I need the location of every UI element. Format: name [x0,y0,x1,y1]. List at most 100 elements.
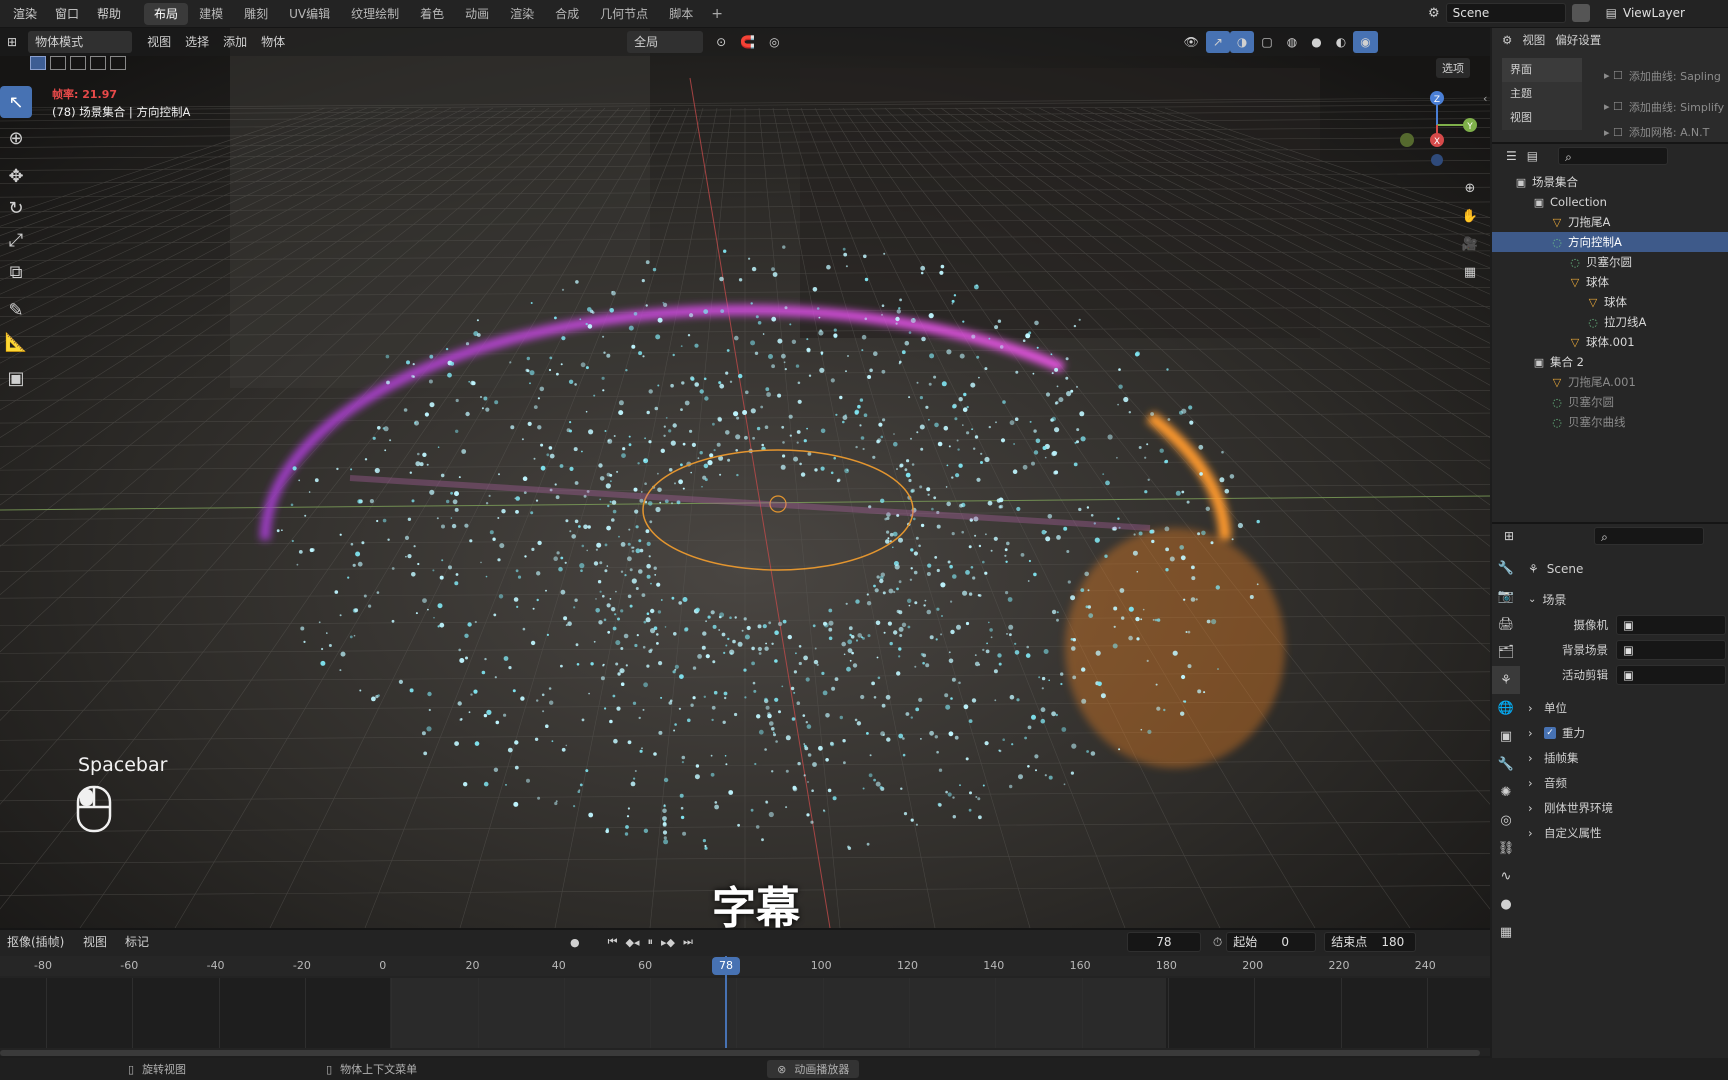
particles-tab-icon[interactable]: ✺ [1492,778,1520,806]
start-frame-field[interactable]: 起始 0 [1226,932,1317,952]
new-scene-icon[interactable] [1571,4,1590,22]
menu-window[interactable]: 窗口 [46,5,88,22]
sidebar-toggle-icon[interactable]: ‹ [1483,92,1487,105]
menu-render[interactable]: 渲染 [4,5,46,22]
prefs-section-interface[interactable]: 界面 [1502,58,1582,82]
outliner-row[interactable]: ▽ 刀拖尾A.001 [1492,372,1728,392]
solid-shading-icon[interactable]: ● [1304,31,1328,53]
end-frame-field[interactable]: 结束点 180 [1324,932,1417,952]
physics-tab-icon[interactable]: ◎ [1492,806,1520,834]
scene-panel-title[interactable]: 场景 [1542,591,1566,608]
scene-field-input[interactable]: ▣ [1616,664,1726,685]
add-workspace-button[interactable]: + [711,6,723,22]
wireframe-shading-icon[interactable]: ◍ [1280,31,1304,53]
scene-field-input[interactable]: ▣ [1616,639,1726,660]
rotate-tool-icon[interactable]: ↻ [0,192,32,224]
rendered-shading-icon[interactable]: ◉ [1353,31,1378,53]
output-tab-icon[interactable]: 🖨 [1492,610,1520,638]
add-cube-tool-icon[interactable]: ▣ [0,362,32,394]
addon-row[interactable]: ▸ ☐ 添加曲线: Simplify [1598,91,1728,122]
scene-tab-icon[interactable]: ⚘ [1492,666,1520,694]
gravity-checkbox[interactable]: ✓ [1544,726,1556,739]
workspace-tab[interactable]: 建模 [189,3,233,25]
timeline-scrollbar[interactable] [0,1050,1480,1056]
outliner-row[interactable]: ▣ 集合 2 [1492,352,1728,372]
workspace-tab[interactable]: 动画 [455,3,499,25]
viewport-menu-object[interactable]: 物体 [254,31,292,53]
prev-keyframe-icon[interactable]: ◆◂ [626,936,640,949]
timeline-menu-marker[interactable]: 标记 [118,931,156,953]
chevron-down-icon[interactable]: ⌄ [1528,594,1536,605]
next-keyframe-icon[interactable]: ▸◆ [661,936,675,949]
props-subpanel[interactable]: › 自定义属性 [1528,820,1728,845]
viewport-menu-add[interactable]: 添加 [216,31,254,53]
workspace-tab[interactable]: 渲染 [500,3,544,25]
select-new-icon[interactable] [30,56,46,70]
outliner-row[interactable]: ▣ Collection [1492,192,1728,212]
outliner-row[interactable]: ◌ 拉刀线A [1492,312,1728,332]
props-subpanel[interactable]: › ✓ 重力 [1528,720,1728,745]
view-layer-selector[interactable]: ViewLayer [1623,6,1685,20]
snap-icon[interactable]: 🧲 [733,31,762,53]
outliner-search-input[interactable]: ⌕ [1558,147,1669,165]
view-layer-icon[interactable]: ▤ [1606,6,1617,20]
3d-viewport[interactable]: ⊞ 物体模式 视图 选择 添加 物体 全局 ⊙ 🧲 ◎ 👁 ↗ ◑ ▢ ◍ ● … [0,28,1490,928]
select-extend-icon[interactable] [50,56,66,70]
editor-type-icon[interactable]: ⊞ [0,31,24,53]
pivot-icon[interactable]: ⊙ [709,31,733,53]
select-subtract-icon[interactable] [70,56,86,70]
data-tab-icon[interactable]: ∿ [1492,862,1520,890]
prefs-editor-icon[interactable]: ⚙ [1502,33,1512,47]
outliner-editor-icon[interactable]: ☰ [1506,149,1517,163]
outliner-row[interactable]: ◌ 贝塞尔圆 [1492,392,1728,412]
prefs-section-themes[interactable]: 主题 [1502,82,1582,106]
transform-tool-icon[interactable]: ⧉ [0,256,32,288]
workspace-tab[interactable]: UV编辑 [279,3,340,25]
current-frame-field[interactable]: 78 [1126,932,1201,952]
prefs-section-viewport[interactable]: 视图 [1502,106,1582,130]
scene-icon[interactable]: ⚙ [1428,6,1440,21]
scale-tool-icon[interactable]: ⤢ [0,224,32,256]
move-tool-icon[interactable]: ✥ [0,160,32,192]
outliner-row[interactable]: ▣ 场景集合 [1492,172,1728,192]
frame-ruler[interactable]: -80-60-40-200204060801001201401601802002… [0,956,1490,976]
viewport-menu-view[interactable]: 视图 [140,31,178,53]
timeline-mode-selector[interactable]: 抠像(插帧) [0,931,72,953]
cursor-tool-icon[interactable]: ⊕ [0,122,32,154]
select-intersect-icon[interactable] [110,56,126,70]
material-shading-icon[interactable]: ◐ [1329,31,1353,53]
prefs-menu-view[interactable]: 视图 [1522,32,1545,48]
select-box-tool-icon[interactable]: ↖ [0,86,32,118]
animation-player-status[interactable]: ⊗ 动画播放器 [767,1060,860,1078]
record-icon[interactable]: ● [570,936,580,949]
outliner-row[interactable]: ▽ 球体 [1492,292,1728,312]
jump-start-icon[interactable]: ⏮ [608,935,618,949]
outliner-row[interactable]: ▽ 刀拖尾A [1492,212,1728,232]
props-subpanel[interactable]: › 刚体世界环境 [1528,795,1728,820]
outliner-row[interactable]: ▽ 球体 [1492,272,1728,292]
orientation-selector[interactable]: 全局 [627,31,704,53]
world-tab-icon[interactable]: 🌐 [1492,694,1520,722]
pan-hand-icon[interactable]: ✋ [1456,202,1484,230]
props-subpanel[interactable]: › 音频 [1528,770,1728,795]
camera-view-icon[interactable]: 🎥 [1456,230,1484,258]
tool-tab-icon[interactable]: 🔧 [1492,554,1520,582]
render-tab-icon[interactable]: 📷 [1492,582,1520,610]
props-subpanel[interactable]: › 插帧集 [1528,745,1728,770]
outliner-filter-icon[interactable]: ▤ [1527,149,1538,163]
workspace-tab[interactable]: 合成 [545,3,589,25]
annotate-tool-icon[interactable]: ✎ [0,294,32,326]
constraints-tab-icon[interactable]: ⛓ [1492,834,1520,862]
texture-tab-icon[interactable]: ▦ [1492,918,1520,946]
view-layer-tab-icon[interactable]: 🗂 [1492,638,1520,666]
props-search-input[interactable]: ⌕ [1594,527,1705,545]
modifier-tab-icon[interactable]: 🔧 [1492,750,1520,778]
overlay-toggle-icon[interactable]: ◑ [1229,31,1255,53]
xray-icon[interactable]: ▢ [1254,31,1279,53]
gizmo-toggle-icon[interactable]: ↗ [1205,31,1230,53]
grid-view-icon[interactable]: ▦ [1456,258,1484,286]
menu-help[interactable]: 帮助 [88,5,130,22]
pause-icon[interactable]: ⏸ [648,935,654,949]
props-subpanel[interactable]: › 单位 [1528,695,1728,720]
material-tab-icon[interactable]: ● [1492,890,1520,918]
